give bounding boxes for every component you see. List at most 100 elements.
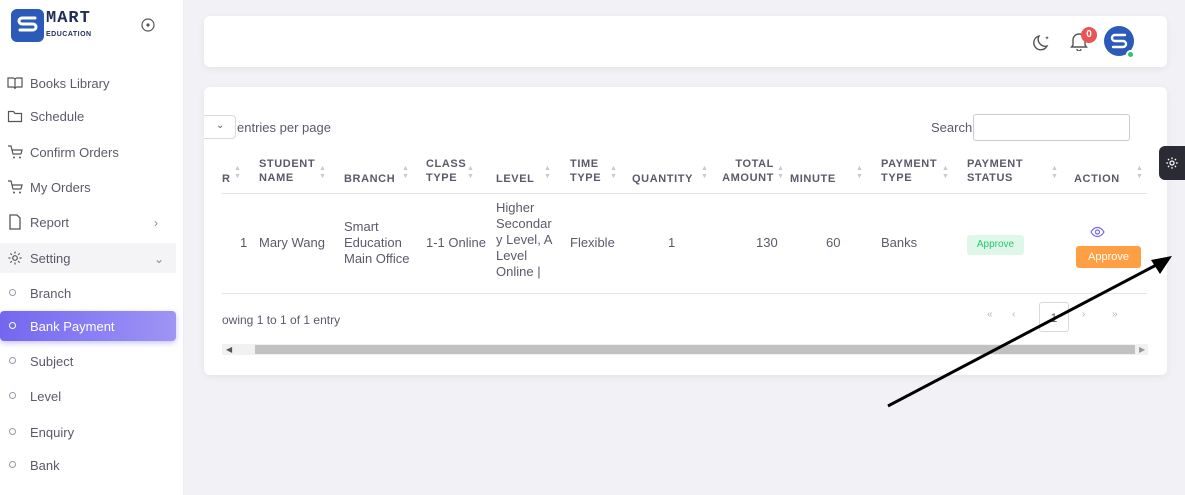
- notification-badge: 0: [1081, 27, 1097, 43]
- sidebar-item-label: Setting: [30, 251, 71, 266]
- entries-label: entries per page: [237, 120, 331, 135]
- sort-asc-icon[interactable]: ▲ ▼: [234, 165, 241, 181]
- sidebar-item-label: My Orders: [30, 180, 91, 195]
- eye-icon[interactable]: [1090, 226, 1105, 238]
- sidebar-subitem-label: Enquiry: [30, 425, 75, 440]
- search-label: Search:: [931, 120, 976, 135]
- circle-icon: [9, 461, 16, 468]
- search-input[interactable]: [973, 114, 1130, 141]
- sidebar-item-subject[interactable]: Subject: [0, 346, 176, 376]
- th-total-amount[interactable]: TOTAL AMOUNT: [722, 157, 774, 185]
- book-icon: [7, 77, 23, 90]
- brand-title: MART: [46, 9, 91, 28]
- cell-line: Education: [344, 235, 402, 250]
- th-quantity[interactable]: QUANTITY: [632, 172, 693, 186]
- sidebar-item-schedule[interactable]: Schedule: [0, 101, 176, 131]
- entries-select[interactable]: ⌄: [204, 115, 236, 139]
- sidebar-item-label: Books Library: [30, 76, 110, 91]
- circle-icon: [9, 428, 16, 435]
- sidebar-subitem-label: Bank: [30, 458, 60, 473]
- circle-icon: [9, 392, 16, 399]
- th-line: CLASS: [426, 158, 467, 170]
- th-line: TIME: [570, 158, 599, 170]
- sidebar-item-report[interactable]: Report ›: [0, 207, 176, 237]
- cell-line: Level: [496, 248, 528, 263]
- sidebar-subitem-label: Level: [30, 389, 62, 404]
- th-line: TYPE: [881, 172, 913, 184]
- th-student-name[interactable]: STUDENT NAME: [259, 157, 315, 185]
- th-branch[interactable]: BRANCH: [344, 172, 395, 186]
- cell-line: Main Office: [344, 251, 410, 266]
- th-line: TOTAL: [735, 158, 774, 170]
- th-line: TYPE: [426, 172, 458, 184]
- th-time-type[interactable]: TIME TYPE: [570, 157, 601, 185]
- cell-number: 1: [240, 235, 248, 250]
- cell-student-name: Mary Wang: [259, 235, 325, 250]
- sidebar-item-level[interactable]: Level: [0, 381, 176, 411]
- sidebar-item-books-library[interactable]: Books Library: [0, 68, 176, 98]
- cell-line: y Level, A: [496, 232, 553, 247]
- logo-mark: [11, 9, 44, 42]
- customizer-toggle[interactable]: [1159, 146, 1185, 180]
- cell-total-amount: 130: [756, 235, 778, 250]
- gear-icon: [1166, 157, 1178, 169]
- sort-icon: ▲ ▼: [1136, 165, 1143, 180]
- cell-line: Smart: [344, 219, 379, 234]
- sort-icon: ▲ ▼: [402, 165, 409, 180]
- gear-icon: [8, 251, 22, 265]
- th-number[interactable]: R: [222, 172, 231, 186]
- chevron-right-icon: ›: [154, 216, 158, 230]
- cell-quantity: 1: [668, 235, 676, 250]
- file-icon: [9, 214, 21, 230]
- th-payment-status[interactable]: PAYMENT STATUS: [967, 157, 1023, 185]
- sidebar-item-bank[interactable]: Bank: [0, 450, 176, 480]
- cell-minute: 60: [826, 235, 841, 250]
- th-level[interactable]: LEVEL: [496, 172, 534, 186]
- th-line: PAYMENT: [881, 158, 938, 170]
- th-line: TYPE: [570, 172, 602, 184]
- th-line: NAME: [259, 172, 294, 184]
- header-divider: [222, 193, 1147, 194]
- folder-icon: [7, 110, 23, 123]
- sort-icon: ▲ ▼: [701, 165, 708, 180]
- sidebar-subitem-label: Subject: [30, 354, 74, 369]
- cart-icon: [8, 180, 23, 194]
- annotation-arrow: [887, 256, 1172, 408]
- th-line: AMOUNT: [722, 172, 774, 184]
- scroll-left-icon[interactable]: ◀: [226, 344, 232, 355]
- sort-icon: ▲ ▼: [610, 165, 617, 180]
- sidebar-item-label: Report: [30, 215, 70, 230]
- th-minute[interactable]: MINUTE: [790, 172, 836, 186]
- sidebar-item-bank-payment[interactable]: Bank Payment: [0, 311, 176, 341]
- th-action[interactable]: ACTION: [1074, 172, 1120, 186]
- cell-line: Secondar: [496, 216, 552, 231]
- circle-icon: [9, 357, 16, 364]
- brand-subtitle: EDUCATION: [46, 31, 92, 38]
- sidebar-item-confirm-orders[interactable]: Confirm Orders: [0, 137, 176, 167]
- th-line: STUDENT: [259, 158, 316, 170]
- top-navbar: 0: [204, 16, 1167, 67]
- cell-line: Online |: [496, 264, 541, 279]
- sort-icon: ▲ ▼: [467, 165, 474, 180]
- cell-level: Higher Secondar y Level, A Level Online …: [496, 200, 552, 280]
- online-status-dot: [1126, 50, 1135, 59]
- collapse-icon[interactable]: [141, 18, 155, 32]
- cart-icon: [8, 145, 23, 159]
- sort-icon: ▲ ▼: [319, 165, 326, 180]
- circle-icon: [9, 322, 16, 329]
- sidebar-subitem-label: Bank Payment: [30, 319, 115, 334]
- sidebar-subitem-label: Branch: [30, 286, 72, 301]
- sidebar-item-my-orders[interactable]: My Orders: [0, 172, 176, 202]
- cell-line: Higher: [496, 200, 535, 215]
- cell-branch: Smart Education Main Office: [344, 219, 410, 267]
- sidebar-item-setting[interactable]: Setting ⌄: [0, 243, 176, 273]
- sidebar-item-label: Schedule: [30, 109, 85, 124]
- sidebar-item-branch[interactable]: Branch: [0, 278, 176, 308]
- sort-icon: ▲ ▼: [1051, 165, 1058, 180]
- moon-icon[interactable]: [1033, 32, 1053, 52]
- th-class-type[interactable]: CLASS TYPE: [426, 157, 466, 185]
- th-payment-type[interactable]: PAYMENT TYPE: [881, 157, 937, 185]
- table-info: owing 1 to 1 of 1 entry: [222, 313, 341, 327]
- chevron-down-icon: ⌄: [216, 120, 225, 131]
- sidebar-item-enquiry[interactable]: Enquiry: [0, 417, 176, 447]
